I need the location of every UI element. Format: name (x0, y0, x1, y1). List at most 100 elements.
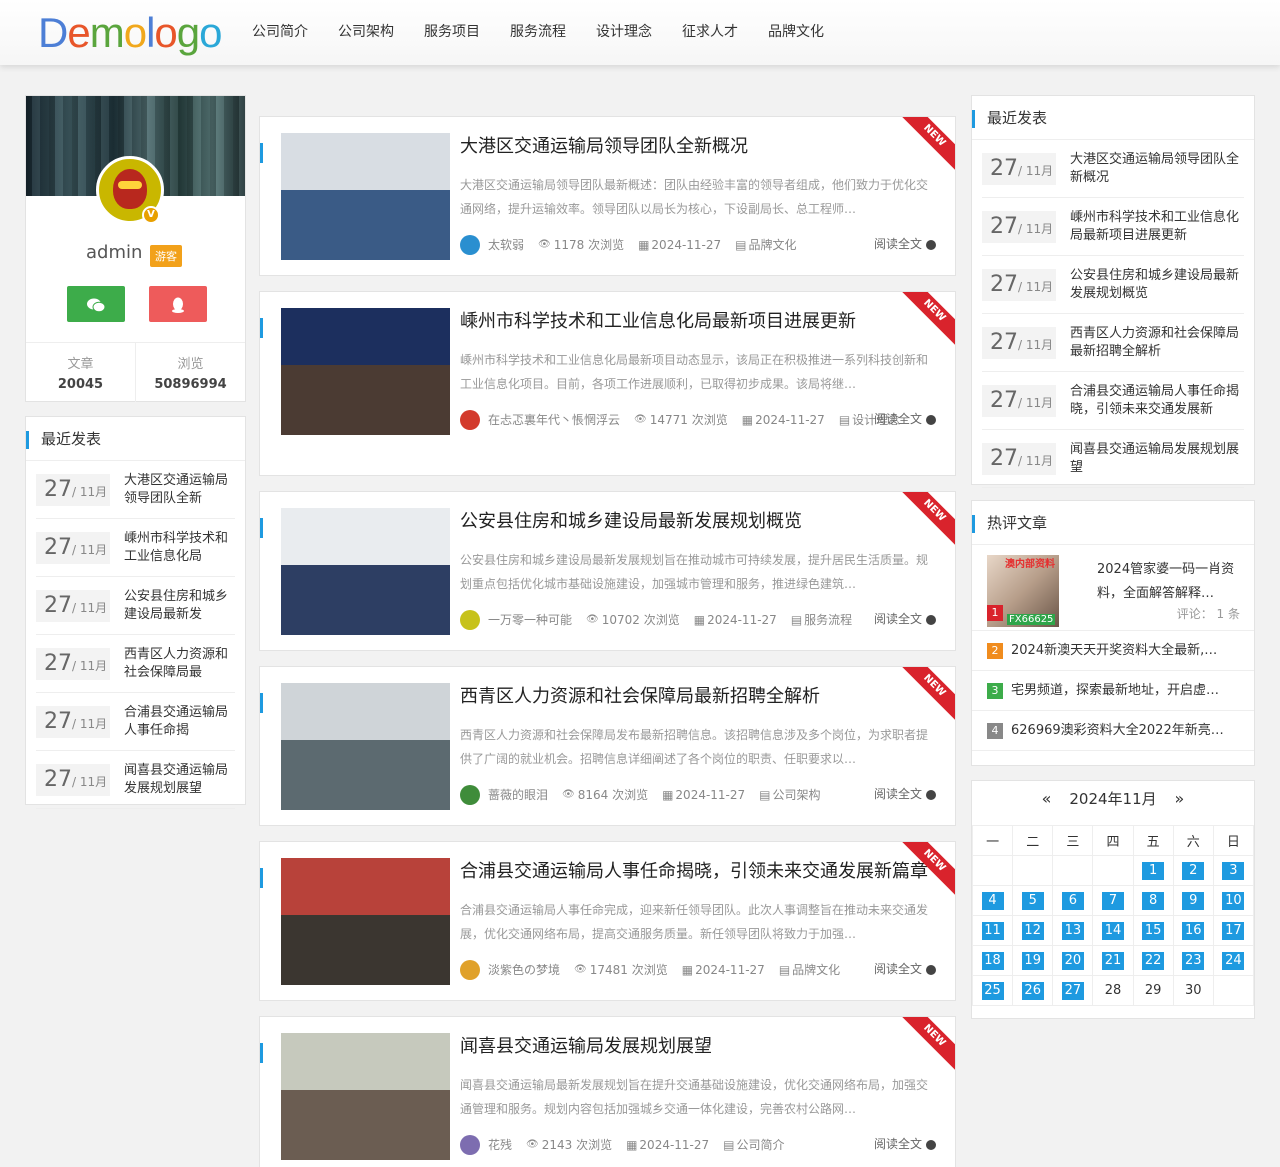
calendar-day[interactable]: 3 (1222, 861, 1245, 880)
recent-post-title[interactable]: 闻喜县交通运输局发展规划展望 (124, 762, 234, 798)
nav-item-5[interactable]: 设计理念 (596, 0, 652, 65)
article-thumbnail[interactable] (281, 858, 450, 985)
article-title[interactable]: 合浦县交通运输局人事任命揭晓，引领未来交通发展新篇章 (460, 860, 928, 884)
recent-post-title[interactable]: 西青区人力资源和社会保障局最 (124, 646, 234, 682)
author-avatar[interactable] (460, 410, 480, 430)
nav-item-7[interactable]: 品牌文化 (768, 0, 824, 65)
calendar-day[interactable]: 4 (981, 891, 1004, 910)
calendar-day[interactable]: 25 (981, 981, 1004, 1000)
read-more-link[interactable]: 阅读全文 (874, 235, 936, 253)
article-thumbnail[interactable] (281, 508, 450, 635)
calendar-day[interactable]: 16 (1182, 921, 1205, 940)
calendar-day[interactable]: 24 (1222, 951, 1245, 970)
calendar-day[interactable]: 17 (1222, 921, 1245, 940)
recent-post-item[interactable]: 27/ 11月 公安县住房和城乡建设局最新发 (36, 577, 235, 635)
author-name[interactable]: 太软弱 (488, 238, 524, 252)
calendar-day[interactable]: 15 (1142, 921, 1165, 940)
article-title[interactable]: 公安县住房和城乡建设局最新发展规划概览 (460, 510, 802, 534)
calendar-day[interactable]: 7 (1101, 891, 1124, 910)
recent-post-title[interactable]: 嵊州市科学技术和工业信息化局最新项目进展更新 (1070, 209, 1242, 245)
recent-post-item[interactable]: 27/ 11月 公安县住房和城乡建设局最新发展规划概览 (982, 256, 1244, 314)
calendar-day[interactable]: 5 (1021, 891, 1044, 910)
category-link[interactable]: 品牌文化 (749, 238, 797, 252)
author-avatar[interactable] (460, 785, 480, 805)
recent-post-title[interactable]: 嵊州市科学技术和工业信息化局 (124, 530, 234, 566)
calendar-day[interactable]: 10 (1222, 891, 1245, 910)
article-thumbnail[interactable] (281, 1033, 450, 1160)
recent-post-title[interactable]: 西青区人力资源和社会保障局最新招聘全解析 (1070, 325, 1242, 361)
recent-post-item[interactable]: 27/ 11月 大港区交通运输局领导团队全新概况 (982, 140, 1244, 198)
author-avatar[interactable] (460, 235, 480, 255)
recent-post-item[interactable]: 27/ 11月 闻喜县交通运输局发展规划展望 (982, 430, 1244, 488)
read-more-link[interactable]: 阅读全文 (874, 410, 936, 428)
recent-post-item[interactable]: 27/ 11月 合浦县交通运输局人事任命揭晓，引领未来交通发展新 (982, 372, 1244, 430)
recent-post-title[interactable]: 大港区交通运输局领导团队全新概况 (1070, 151, 1242, 187)
article-title[interactable]: 大港区交通运输局领导团队全新概况 (460, 135, 748, 159)
recent-post-title[interactable]: 合浦县交通运输局人事任命揭 (124, 704, 234, 740)
site-logo[interactable]: Demologo (38, 8, 223, 58)
author-avatar[interactable] (460, 960, 480, 980)
recent-post-item[interactable]: 27/ 11月 嵊州市科学技术和工业信息化局 (36, 519, 235, 577)
recent-post-title[interactable]: 大港区交通运输局领导团队全新 (124, 472, 234, 508)
recent-post-title[interactable]: 公安县住房和城乡建设局最新发展规划概览 (1070, 267, 1242, 303)
article-thumbnail[interactable] (281, 308, 450, 435)
recent-post-item[interactable]: 27/ 11月 西青区人力资源和社会保障局最新招聘全解析 (982, 314, 1244, 372)
hot-item-title[interactable]: 2024新澳天天开奖资料大全最新,… (1011, 631, 1233, 670)
hot-item-title[interactable]: 626969澳彩资料大全2022年新亮… (1011, 711, 1233, 750)
author-name[interactable]: 在忐忑裏年代丶悵惘浮云 (488, 413, 620, 427)
author-avatar[interactable] (460, 610, 480, 630)
recent-post-item[interactable]: 27/ 11月 西青区人力资源和社会保障局最 (36, 635, 235, 693)
calendar-next-button[interactable]: » (1161, 781, 1197, 817)
wechat-button[interactable] (67, 286, 125, 322)
author-name[interactable]: 淡紫色の梦境 (488, 963, 560, 977)
nav-item-2[interactable]: 公司架构 (338, 0, 394, 65)
category-link[interactable]: 服务流程 (804, 613, 852, 627)
calendar-day[interactable]: 1 (1142, 861, 1165, 880)
hot-item-title[interactable]: 2024管家婆一码一肖资料，全面解答解释… (1097, 558, 1242, 606)
read-more-link[interactable]: 阅读全文 (874, 1135, 936, 1153)
read-more-link[interactable]: 阅读全文 (874, 960, 936, 978)
hot-item[interactable]: 4 626969澳彩资料大全2022年新亮… (972, 711, 1254, 751)
calendar-prev-button[interactable]: « (1029, 781, 1065, 817)
calendar-day[interactable]: 23 (1182, 951, 1205, 970)
article-title[interactable]: 西青区人力资源和社会保障局最新招聘全解析 (460, 685, 820, 709)
nav-item-3[interactable]: 服务项目 (424, 0, 480, 65)
nav-item-6[interactable]: 征求人才 (682, 0, 738, 65)
calendar-day[interactable]: 13 (1061, 921, 1084, 940)
recent-post-item[interactable]: 27/ 11月 合浦县交通运输局人事任命揭 (36, 693, 235, 751)
recent-post-title[interactable]: 闻喜县交通运输局发展规划展望 (1070, 441, 1242, 477)
author-name[interactable]: 花残 (488, 1138, 512, 1152)
calendar-day[interactable]: 2 (1182, 861, 1205, 880)
recent-post-item[interactable]: 27/ 11月 大港区交通运输局领导团队全新 (36, 461, 235, 519)
calendar-day[interactable]: 20 (1061, 951, 1084, 970)
recent-post-title[interactable]: 公安县住房和城乡建设局最新发 (124, 588, 234, 624)
category-link[interactable]: 公司架构 (773, 788, 821, 802)
recent-post-title[interactable]: 合浦县交通运输局人事任命揭晓，引领未来交通发展新 (1070, 383, 1242, 419)
category-link[interactable]: 品牌文化 (792, 963, 840, 977)
calendar-day[interactable]: 22 (1142, 951, 1165, 970)
calendar-day[interactable]: 27 (1061, 981, 1084, 1000)
calendar-day[interactable]: 26 (1021, 981, 1044, 1000)
category-link[interactable]: 公司简介 (737, 1138, 785, 1152)
calendar-day[interactable]: 14 (1101, 921, 1124, 940)
hot-item-top[interactable]: 澳内部资料 FX66625 1 2024管家婆一码一肖资料，全面解答解释… 评论… (972, 545, 1254, 631)
article-title[interactable]: 嵊州市科学技术和工业信息化局最新项目进展更新 (460, 310, 856, 334)
calendar-day[interactable]: 11 (981, 921, 1004, 940)
hot-item[interactable]: 2 2024新澳天天开奖资料大全最新,… (972, 631, 1254, 671)
qq-button[interactable] (149, 286, 207, 322)
calendar-day[interactable]: 12 (1021, 921, 1044, 940)
hot-item-title[interactable]: 宅男频道，探索最新地址，开启虚… (1011, 671, 1233, 710)
calendar-day[interactable]: 19 (1021, 951, 1044, 970)
calendar-day[interactable]: 18 (981, 951, 1004, 970)
nav-item-1[interactable]: 公司简介 (252, 0, 308, 65)
read-more-link[interactable]: 阅读全文 (874, 785, 936, 803)
recent-post-item[interactable]: 27/ 11月 闻喜县交通运输局发展规划展望 (36, 751, 235, 809)
author-name[interactable]: 一万零一种可能 (488, 613, 572, 627)
calendar-day[interactable]: 21 (1101, 951, 1124, 970)
author-name[interactable]: 蔷薇的眼泪 (488, 788, 548, 802)
read-more-link[interactable]: 阅读全文 (874, 610, 936, 628)
article-thumbnail[interactable] (281, 133, 450, 260)
hot-item[interactable]: 3 宅男频道，探索最新地址，开启虚… (972, 671, 1254, 711)
nav-item-4[interactable]: 服务流程 (510, 0, 566, 65)
calendar-day[interactable]: 6 (1061, 891, 1084, 910)
